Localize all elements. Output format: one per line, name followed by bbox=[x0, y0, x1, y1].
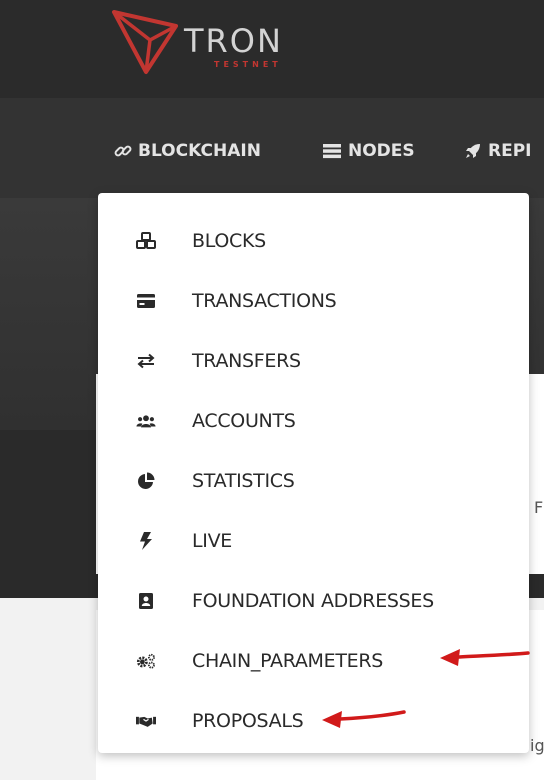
menu-item-proposals[interactable]: PROPOSALS bbox=[98, 701, 529, 741]
bolt-icon bbox=[136, 531, 156, 551]
logo-wordmark: TRON bbox=[184, 22, 283, 60]
menu-item-label: LIVE bbox=[192, 530, 232, 552]
menu-item-label: FOUNDATION ADDRESSES bbox=[192, 590, 434, 612]
menu-item-blocks[interactable]: BLOCKS bbox=[98, 221, 529, 261]
main-nav: BLOCKCHAIN NODES REPI bbox=[0, 98, 544, 198]
menu-item-label: PROPOSALS bbox=[192, 710, 304, 732]
menu-item-label: TRANSFERS bbox=[192, 350, 301, 372]
nav-blockchain[interactable]: BLOCKCHAIN bbox=[114, 140, 261, 162]
tron-logo[interactable]: TRON TESTNET bbox=[110, 6, 320, 80]
exchange-icon bbox=[136, 351, 156, 371]
app-header: TRON TESTNET bbox=[0, 0, 544, 98]
logo-subtitle: TESTNET bbox=[214, 60, 282, 69]
menu-item-label: BLOCKS bbox=[192, 230, 266, 252]
menu-item-label: ACCOUNTS bbox=[192, 410, 296, 432]
server-icon bbox=[323, 144, 341, 159]
menu-item-statistics[interactable]: STATISTICS bbox=[98, 461, 529, 501]
tron-logo-icon bbox=[112, 10, 178, 74]
cubes-icon bbox=[136, 231, 156, 251]
handshake-icon bbox=[136, 711, 156, 731]
rocket-icon bbox=[466, 144, 480, 158]
menu-item-foundation-addresses[interactable]: FOUNDATION ADDRESSES bbox=[98, 581, 529, 621]
nav-nodes-label: NODES bbox=[348, 141, 415, 161]
peek-text-right: F bbox=[534, 498, 544, 517]
menu-item-transfers[interactable]: TRANSFERS bbox=[98, 341, 529, 381]
cogs-icon bbox=[136, 651, 156, 671]
link-icon bbox=[114, 145, 132, 157]
menu-item-live[interactable]: LIVE bbox=[98, 521, 529, 561]
annotation-arrow-icon bbox=[440, 649, 530, 666]
nav-nodes[interactable]: NODES bbox=[322, 140, 415, 162]
menu-item-transactions[interactable]: TRANSACTIONS bbox=[98, 281, 529, 321]
menu-item-accounts[interactable]: ACCOUNTS bbox=[98, 401, 529, 441]
address-book-icon bbox=[136, 591, 156, 611]
blockchain-dropdown-menu: BLOCKS TRANSACTIONS TRANSFERS ACCOUNTS S… bbox=[98, 193, 529, 753]
annotation-arrow-icon bbox=[322, 710, 406, 728]
pie-chart-icon bbox=[136, 471, 156, 491]
nav-blockchain-label: BLOCKCHAIN bbox=[138, 141, 261, 161]
menu-item-label: STATISTICS bbox=[192, 470, 295, 492]
nav-report-label: REPI bbox=[488, 141, 532, 161]
users-icon bbox=[136, 411, 156, 431]
nav-report[interactable]: REPI bbox=[464, 140, 532, 162]
menu-item-label: CHAIN_PARAMETERS bbox=[192, 650, 384, 672]
peek-text-bottom: ig bbox=[530, 736, 544, 755]
menu-item-label: TRANSACTIONS bbox=[192, 290, 337, 312]
credit-card-icon bbox=[136, 291, 156, 311]
